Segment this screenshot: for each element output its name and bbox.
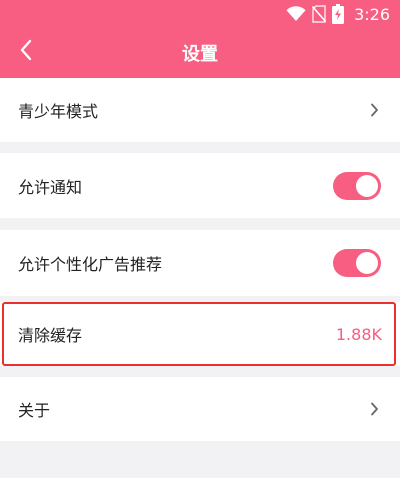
app-bar: 设置 — [0, 28, 400, 78]
battery-charging-icon — [332, 4, 345, 24]
settings-row-notifications: 允许通知 — [0, 153, 400, 218]
no-sim-icon — [312, 5, 327, 23]
toggle-knob — [356, 252, 378, 274]
about-label: 关于 — [18, 401, 51, 420]
personalized-ads-toggle[interactable] — [333, 249, 381, 277]
status-bar: 3:26 — [0, 0, 400, 28]
settings-row-clear-cache[interactable]: 清除缓存 1.88K — [0, 302, 400, 366]
header: 3:26 设置 — [0, 0, 400, 78]
notifications-label: 允许通知 — [18, 177, 83, 197]
cache-size-value: 1.88K — [335, 324, 382, 344]
status-time: 3:26 — [354, 4, 390, 24]
page-title: 设置 — [182, 44, 218, 65]
clear-cache-label: 清除缓存 — [18, 326, 83, 345]
wifi-icon — [286, 6, 306, 22]
teen-mode-label: 青少年模式 — [18, 102, 99, 121]
notifications-toggle[interactable] — [333, 171, 381, 200]
settings-row-teen-mode[interactable]: 青少年模式 — [0, 78, 400, 142]
chevron-right-icon — [368, 102, 380, 118]
settings-row-personalized-ads: 允许个性化广告推荐 — [0, 230, 400, 296]
personalized-ads-label: 允许个性化广告推荐 — [18, 255, 163, 274]
settings-screen: 3:26 设置 青少年模式 允许通知 允许个性化广告推荐 清除缓存 1.88K … — [0, 0, 400, 478]
settings-row-about[interactable]: 关于 — [0, 377, 400, 441]
status-icons: 3:26 — [286, 3, 390, 25]
toggle-knob — [356, 174, 378, 197]
chevron-right-icon — [368, 401, 380, 417]
